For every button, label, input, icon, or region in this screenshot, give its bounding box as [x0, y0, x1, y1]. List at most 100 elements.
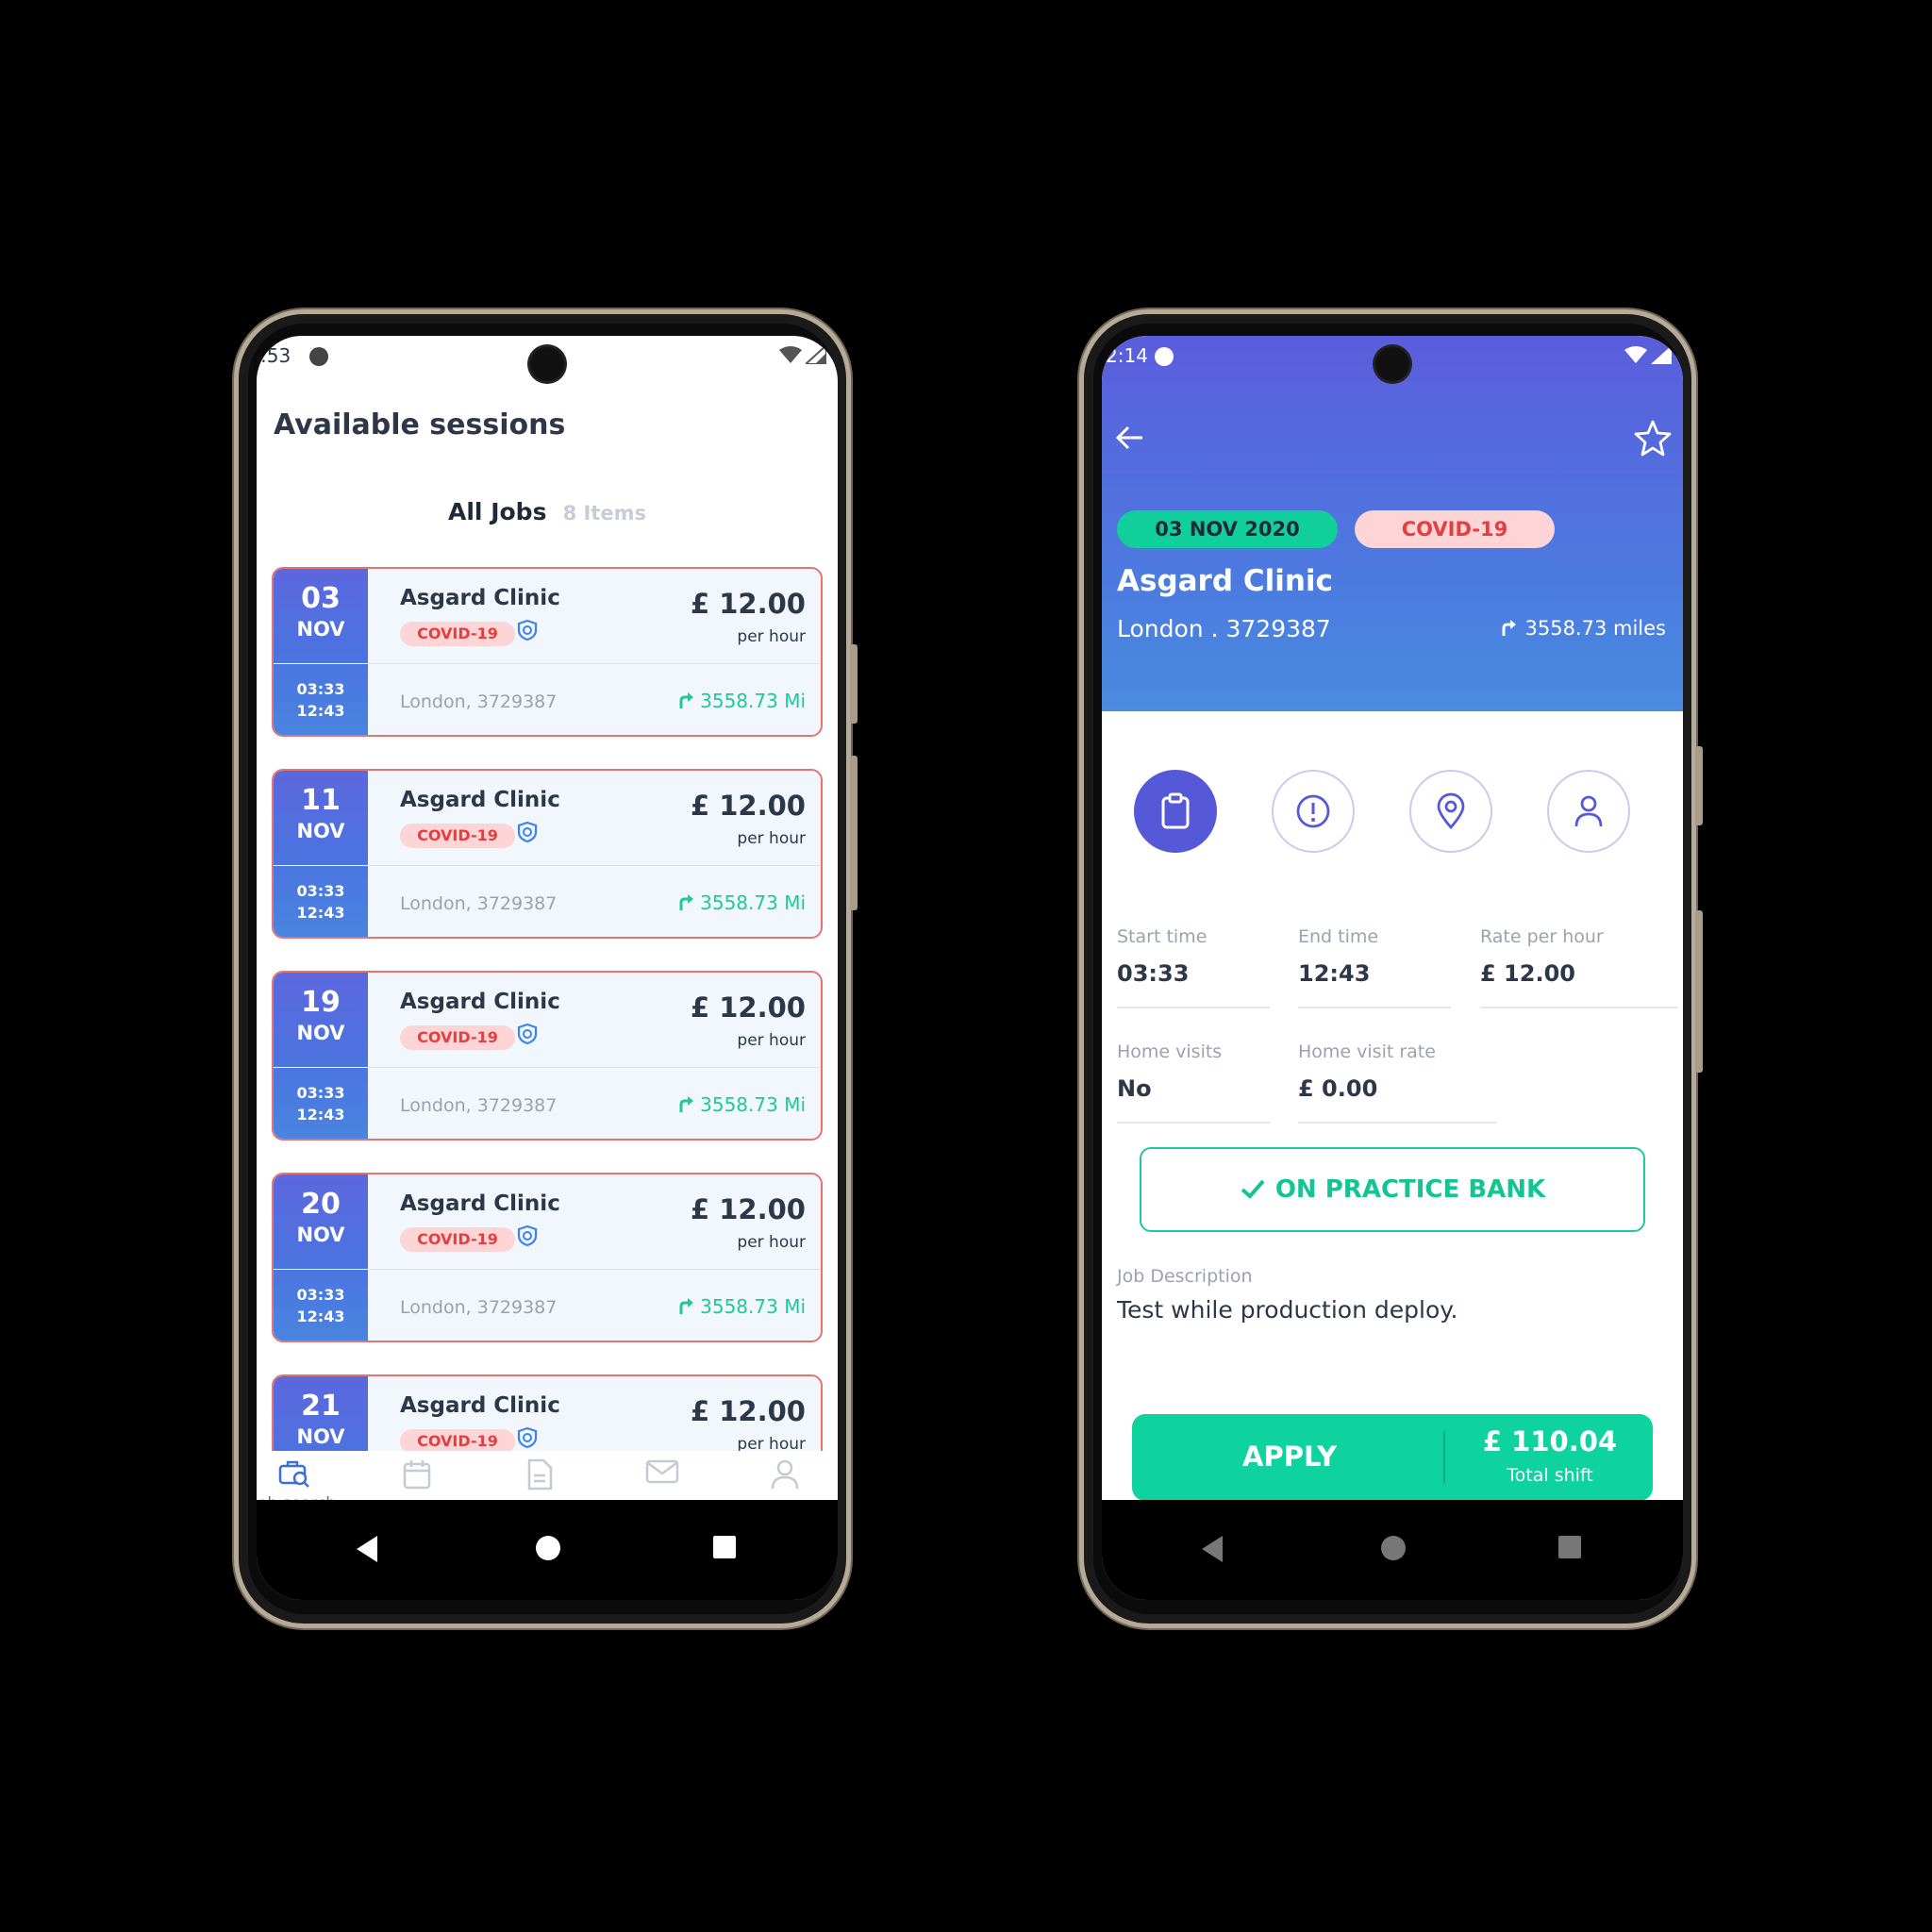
divider — [1298, 1007, 1451, 1008]
covid-tag: COVID-19 — [400, 1227, 515, 1252]
nav-back-button[interactable] — [1202, 1536, 1223, 1562]
card-price: £ 12.00 — [690, 1395, 806, 1427]
card-price: £ 12.00 — [690, 991, 806, 1024]
card-location: London, 3729387 — [400, 691, 558, 712]
info-icon — [1296, 794, 1330, 828]
card-month: NOV — [296, 618, 345, 641]
virus-shield-icon — [517, 619, 538, 641]
divider — [1117, 1007, 1270, 1008]
power-button — [1695, 910, 1703, 1073]
bottom-tab-bar: Job search — [257, 1451, 838, 1513]
divider — [1117, 1122, 1270, 1124]
direction-arrow-icon — [1502, 620, 1517, 636]
tab-contact[interactable] — [1547, 770, 1630, 853]
card-distance: 3558.73 Mi — [677, 891, 806, 914]
card-day: 03 — [301, 582, 341, 615]
nav-home-button[interactable] — [1381, 1536, 1406, 1560]
nav-recents-button[interactable] — [1558, 1536, 1581, 1558]
card-end-time: 12:43 — [296, 904, 345, 922]
power-button — [850, 756, 858, 910]
detail-tabs — [1102, 770, 1683, 857]
session-card[interactable]: 11 NOV 03:33 12:43 Asgard Clinic COVID-19 £ 12… — [272, 769, 823, 939]
profile-icon — [771, 1459, 799, 1490]
card-times: 03:33 12:43 — [274, 1068, 368, 1139]
session-card[interactable]: 20 NOV 03:33 12:43 Asgard Clinic COVID-19 £ 12… — [272, 1173, 823, 1342]
session-list[interactable]: 03 NOV 03:33 12:43 Asgard Clinic COVID-19 £ 12… — [272, 567, 824, 1451]
session-card[interactable]: 19 NOV 03:33 12:43 Asgard Clinic COVID-19 £ 12… — [272, 971, 823, 1141]
start-time-value: 03:33 — [1117, 960, 1190, 987]
calendar-icon — [403, 1460, 431, 1490]
distance-value: 3558.73 miles — [1524, 617, 1666, 640]
covid-tag: COVID-19 — [400, 824, 515, 848]
start-time-label: Start time — [1117, 926, 1208, 947]
card-month: NOV — [296, 1022, 345, 1044]
card-price-unit: per hour — [737, 829, 806, 848]
card-day: 20 — [301, 1188, 341, 1221]
session-card[interactable]: 21NOV03:3312:43Asgard ClinicCOVID-19£ 12… — [272, 1374, 823, 1451]
card-price: £ 12.00 — [690, 1193, 806, 1225]
card-distance: 3558.73 Mi — [677, 1093, 806, 1116]
card-date: 19 NOV — [274, 973, 368, 1067]
back-arrow-icon[interactable] — [1115, 425, 1145, 451]
clipboard-icon — [1161, 792, 1190, 829]
card-start-time: 03:33 — [296, 680, 345, 698]
system-nav-bar — [257, 1500, 838, 1600]
volume-button — [1695, 746, 1703, 825]
card-clinic-name: Asgard Clinic — [400, 1393, 560, 1418]
nav-back-button[interactable] — [357, 1536, 377, 1562]
virus-shield-icon — [517, 1426, 538, 1449]
signal-icon — [1651, 345, 1672, 364]
divider — [1298, 1122, 1496, 1124]
location-pin-icon — [1437, 792, 1465, 830]
front-camera — [1375, 347, 1409, 381]
phone-frame-left: :53 Available sessions All Jobs 8 Items … — [234, 309, 858, 1628]
job-description-label: Job Description — [1117, 1266, 1253, 1287]
system-nav-bar — [1102, 1500, 1683, 1600]
date-pill: 03 NOV 2020 — [1117, 510, 1338, 548]
home-rate-value: £ 0.00 — [1298, 1075, 1378, 1102]
home-rate-label: Home visit rate — [1298, 1041, 1436, 1062]
apply-button[interactable]: APPLY £ 110.04 Total shift — [1132, 1414, 1653, 1501]
covid-tag: COVID-19 — [400, 622, 515, 646]
covid-tag: COVID-19 — [1355, 510, 1555, 548]
covid-tag: COVID-19 — [400, 1025, 515, 1050]
front-camera — [530, 347, 564, 381]
nav-home-button[interactable] — [536, 1536, 560, 1560]
card-distance-value: 3558.73 Mi — [700, 1093, 806, 1116]
direction-arrow-icon — [679, 692, 694, 708]
tab-messages[interactable] — [606, 1458, 719, 1489]
practice-bank-label: ON PRACTICE BANK — [1274, 1175, 1546, 1204]
tab-profile[interactable] — [728, 1458, 838, 1494]
jobs-tab[interactable]: All Jobs 8 Items — [257, 498, 838, 525]
clinic-name: Asgard Clinic — [1117, 564, 1333, 598]
star-icon[interactable] — [1634, 419, 1672, 457]
card-date: 20 NOV — [274, 1174, 368, 1269]
tab-documents[interactable] — [483, 1458, 596, 1494]
card-price-unit: per hour — [737, 627, 806, 646]
rate-label: Rate per hour — [1480, 926, 1604, 947]
tab-calendar[interactable] — [360, 1458, 474, 1494]
home-visits-value: No — [1117, 1075, 1152, 1102]
checkmark-icon — [1241, 1179, 1265, 1199]
tab-details[interactable] — [1134, 770, 1217, 853]
tab-location[interactable] — [1409, 770, 1492, 853]
app-notification-icon — [1155, 347, 1174, 366]
apply-label: APPLY — [1242, 1441, 1337, 1473]
total-amount: £ 110.04 — [1482, 1425, 1618, 1457]
document-icon — [527, 1458, 553, 1491]
clinic-location: London . 3729387 — [1117, 615, 1331, 642]
app-notification-icon — [309, 347, 328, 366]
session-card[interactable]: 03 NOV 03:33 12:43 Asgard Clinic COVID-19 £ 12… — [272, 567, 823, 737]
card-month: NOV — [296, 1224, 345, 1246]
card-divider — [368, 1067, 821, 1068]
briefcase-search-icon — [278, 1460, 309, 1488]
nav-recents-button[interactable] — [713, 1536, 736, 1558]
tab-info[interactable] — [1272, 770, 1355, 853]
tab-count: 8 Items — [562, 502, 646, 525]
card-location: London, 3729387 — [400, 893, 558, 914]
page-title: Available sessions — [274, 408, 566, 441]
card-price: £ 12.00 — [690, 790, 806, 822]
practice-bank-button[interactable]: ON PRACTICE BANK — [1140, 1147, 1645, 1232]
card-end-time: 12:43 — [296, 1106, 345, 1124]
card-distance-value: 3558.73 Mi — [700, 690, 806, 712]
